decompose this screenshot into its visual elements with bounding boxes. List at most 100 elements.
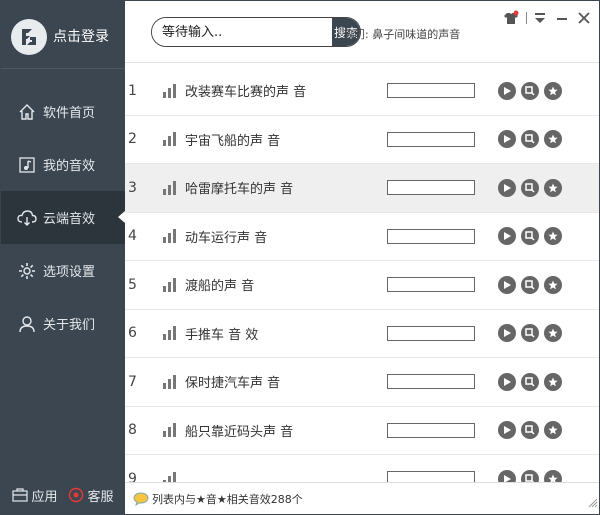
- play-icon[interactable]: [498, 227, 516, 246]
- sidebar-header: 点击登录: [1, 1, 125, 69]
- search-icon[interactable]: [521, 227, 539, 246]
- search-icon[interactable]: [521, 372, 539, 391]
- star-icon[interactable]: [544, 324, 562, 343]
- list-item[interactable]: 5 渡船的声 音: [125, 261, 599, 310]
- progress-bar: [387, 131, 475, 147]
- star-icon[interactable]: [544, 227, 562, 246]
- close-icon[interactable]: [575, 9, 593, 27]
- list-item[interactable]: 4 动车运行声 音: [125, 213, 599, 261]
- sidebar-item-cloud-sounds[interactable]: 云端音效: [1, 191, 125, 244]
- play-icon[interactable]: [498, 372, 516, 391]
- briefcase-icon: [12, 488, 29, 502]
- list-item[interactable]: 7 保时捷汽车声 音: [125, 358, 599, 407]
- cloud-icon: [17, 208, 37, 228]
- hot-keyword-link[interactable]: 鼻子间味道的声音: [372, 28, 460, 41]
- signal-bars-icon: [163, 374, 185, 389]
- star-icon[interactable]: [544, 130, 562, 149]
- sound-name: 改装赛车比赛的声 音: [185, 85, 307, 101]
- minimize-icon[interactable]: [553, 9, 571, 27]
- apps-button[interactable]: 应用: [12, 486, 58, 505]
- progress-bar: [387, 277, 475, 293]
- progress-bar: [387, 83, 475, 99]
- progress-bar: [387, 180, 475, 196]
- row-number: 2: [128, 131, 137, 148]
- sidebar-item-my-sounds[interactable]: 我的音效: [1, 138, 125, 191]
- sidebar-item-settings[interactable]: 选项设置: [1, 244, 125, 297]
- list-item[interactable]: 8 船只靠近码头声 音: [125, 407, 599, 455]
- sound-name: 船只靠近码头声 音: [185, 424, 294, 440]
- top-bar: 搜索 热门: 鼻子间味道的声音: [125, 1, 599, 63]
- user-icon: [17, 314, 37, 334]
- sidebar-item-about[interactable]: 关于我们: [1, 297, 125, 350]
- progress-bar: [387, 422, 475, 438]
- search-icon[interactable]: [521, 81, 539, 100]
- signal-bars-icon: [163, 132, 185, 147]
- sidebar-item-label: 关于我们: [43, 318, 96, 333]
- sound-name: 渡船的声 音: [185, 279, 255, 295]
- sidebar-item-label: 软件首页: [43, 106, 96, 121]
- sound-name: 哈雷摩托车的声 音: [185, 182, 294, 198]
- login-button[interactable]: 点击登录: [53, 26, 109, 46]
- gear-icon: [17, 261, 37, 281]
- home-icon: [17, 102, 37, 122]
- star-icon[interactable]: [544, 81, 562, 100]
- list-item[interactable]: 2 宇宙飞船的声 音: [125, 116, 599, 164]
- sound-list: 1 改装赛车比赛的声 音 2 宇宙飞船的声 音 3 哈雷摩托车的声 音 4 动车运行声 音 5 渡…: [125, 67, 599, 484]
- search-input[interactable]: [152, 18, 332, 46]
- sidebar-item-label: 云端音效: [43, 212, 96, 227]
- resize-grip-icon[interactable]: [588, 498, 598, 511]
- status-bar: 列表内与★音★相关音效288个: [125, 482, 599, 514]
- sound-name: 宇宙飞船的声 音: [185, 133, 281, 149]
- sound-name: 手推车 音 效: [185, 327, 259, 343]
- search-icon[interactable]: [521, 324, 539, 343]
- play-icon[interactable]: [498, 178, 516, 197]
- play-icon[interactable]: [498, 81, 516, 100]
- hot-search: 热门: 鼻子间味道的声音: [343, 26, 460, 42]
- progress-bar: [387, 325, 475, 341]
- row-number: 4: [128, 228, 137, 245]
- star-icon[interactable]: [544, 421, 562, 440]
- sidebar-footer: 应用 客服: [1, 474, 125, 514]
- sound-name: 动车运行声 音: [185, 230, 268, 246]
- status-text: 列表内与★音★相关音效288个: [152, 492, 303, 506]
- progress-bar: [387, 374, 475, 390]
- signal-bars-icon: [163, 277, 185, 292]
- sidebar-item-home[interactable]: 软件首页: [1, 85, 125, 138]
- signal-bars-icon: [163, 229, 185, 244]
- signal-bars-icon: [163, 326, 185, 341]
- play-icon[interactable]: [498, 130, 516, 149]
- play-icon[interactable]: [498, 421, 516, 440]
- customer-service-button[interactable]: 客服: [68, 486, 114, 505]
- play-icon[interactable]: [498, 275, 516, 294]
- signal-bars-icon: [163, 180, 185, 195]
- star-icon[interactable]: [544, 178, 562, 197]
- app-window: 点击登录 软件首页 我的音效 云端音效 选项设置 关于我们 应用 客服 等待输入…: [0, 0, 600, 515]
- menu-icon[interactable]: [531, 9, 549, 27]
- divider: [526, 12, 527, 24]
- play-icon[interactable]: [498, 324, 516, 343]
- sidebar-nav: 软件首页 我的音效 云端音效 选项设置 关于我们: [1, 85, 125, 350]
- search-icon[interactable]: [521, 178, 539, 197]
- skin-icon[interactable]: [502, 9, 520, 27]
- list-item[interactable]: 3 哈雷摩托车的声 音: [125, 164, 599, 213]
- window-controls: [498, 9, 593, 27]
- signal-bars-icon: [163, 83, 185, 98]
- sidebar-item-label: 选项设置: [43, 265, 96, 280]
- list-item[interactable]: 9: [125, 455, 599, 484]
- progress-bar: [387, 228, 475, 244]
- search-icon[interactable]: [521, 275, 539, 294]
- sidebar: 点击登录 软件首页 我的音效 云端音效 选项设置 关于我们 应用 客服: [1, 1, 125, 514]
- row-number: 3: [128, 179, 137, 196]
- signal-bars-icon: [163, 423, 185, 438]
- sound-name: 保时捷汽车声 音: [185, 376, 281, 392]
- list-item[interactable]: 6 手推车 音 效: [125, 310, 599, 358]
- star-icon[interactable]: [544, 372, 562, 391]
- music-note-icon: [17, 155, 37, 175]
- row-number: 7: [128, 373, 137, 390]
- list-item[interactable]: 1 改装赛车比赛的声 音: [125, 67, 599, 116]
- search-box: 搜索: [151, 17, 361, 47]
- search-icon[interactable]: [521, 130, 539, 149]
- search-icon[interactable]: [521, 421, 539, 440]
- star-icon[interactable]: [544, 275, 562, 294]
- row-number: 6: [128, 325, 137, 342]
